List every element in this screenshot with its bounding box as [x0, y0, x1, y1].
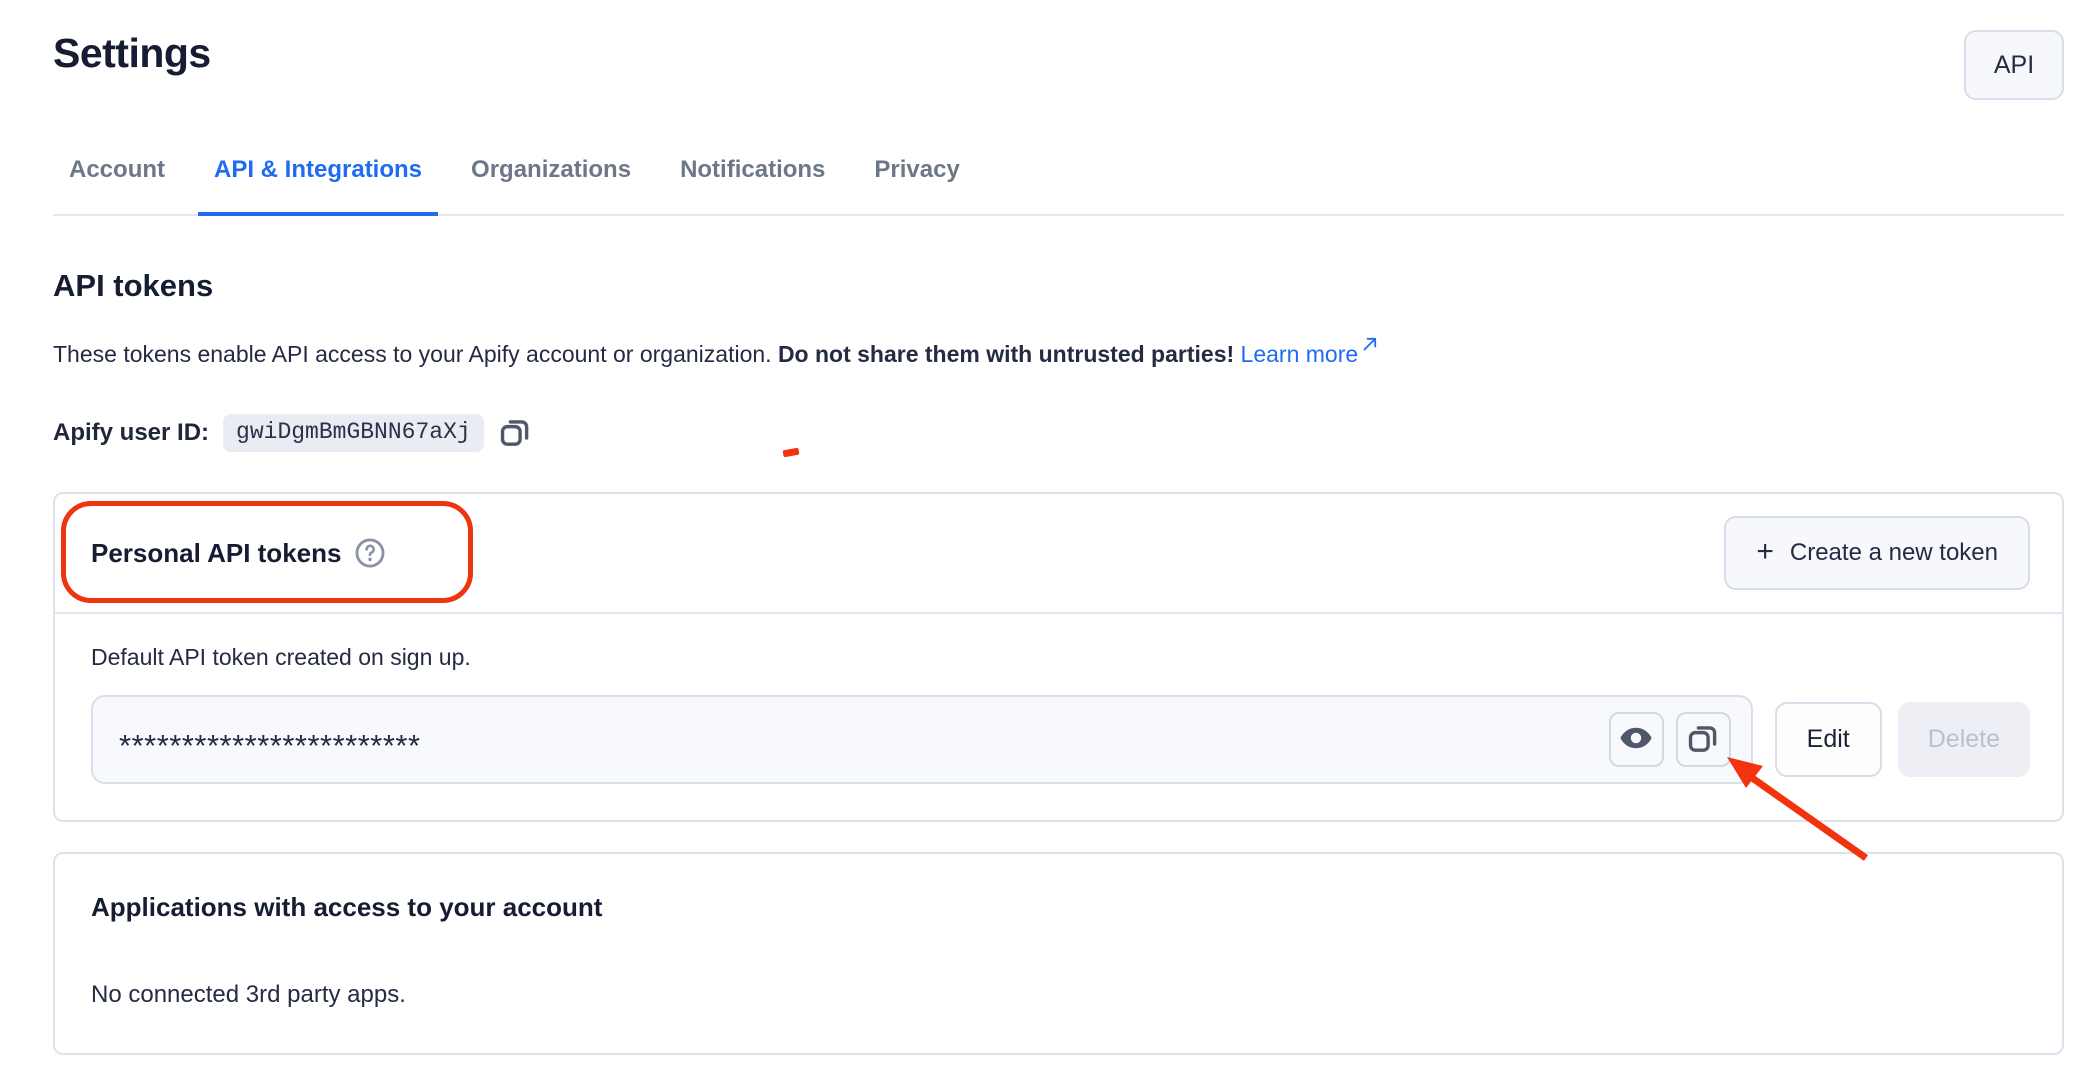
copy-token-button[interactable]	[1676, 712, 1731, 767]
help-icon[interactable]	[353, 536, 387, 570]
learn-more-label: Learn more	[1241, 341, 1359, 367]
user-id-value: gwiDgmBmGBNN67aXj	[223, 414, 484, 452]
applications-title: Applications with access to your account	[91, 892, 2026, 923]
tab-organizations[interactable]: Organizations	[455, 146, 647, 216]
copy-user-id-button[interactable]	[498, 415, 532, 452]
settings-tabs: Account API & Integrations Organizations…	[53, 146, 2064, 216]
tab-privacy[interactable]: Privacy	[858, 146, 975, 216]
personal-api-tokens-body: Default API token created on sign up.	[55, 614, 2062, 820]
description-text: These tokens enable API access to your A…	[53, 341, 778, 367]
user-id-label: Apify user ID:	[53, 419, 209, 447]
page-header: Settings API	[53, 26, 2064, 100]
applications-card: Applications with access to your account…	[53, 852, 2064, 1055]
token-masked-input[interactable]	[119, 716, 1609, 764]
settings-page: Settings API Account API & Integrations …	[0, 0, 2094, 1090]
tab-api-integrations[interactable]: API & Integrations	[198, 146, 438, 216]
token-description: Default API token created on sign up.	[91, 644, 2030, 671]
copy-icon	[1686, 721, 1720, 758]
create-new-token-label: Create a new token	[1790, 539, 1998, 567]
api-button[interactable]: API	[1964, 30, 2064, 100]
copy-icon	[498, 415, 532, 452]
user-id-row: Apify user ID: gwiDgmBmGBNN67aXj	[53, 414, 2064, 452]
personal-api-tokens-card: Personal API tokens + Create a new token	[53, 492, 2064, 822]
personal-api-tokens-header: Personal API tokens + Create a new token	[55, 494, 2062, 614]
api-tokens-description: These tokens enable API access to your A…	[53, 330, 2064, 370]
plus-icon: +	[1756, 537, 1774, 567]
eye-icon	[1618, 720, 1654, 759]
personal-api-tokens-title-row: Personal API tokens	[91, 536, 387, 570]
external-link-icon	[1361, 330, 1379, 361]
tab-notifications[interactable]: Notifications	[664, 146, 841, 216]
token-field	[91, 695, 1753, 784]
api-tokens-heading: API tokens	[53, 268, 2064, 304]
create-new-token-button[interactable]: + Create a new token	[1724, 516, 2030, 590]
show-token-button[interactable]	[1609, 712, 1664, 767]
personal-api-tokens-title: Personal API tokens	[91, 538, 341, 569]
edit-token-button[interactable]: Edit	[1775, 702, 1882, 777]
delete-token-button[interactable]: Delete	[1898, 702, 2030, 777]
applications-empty-text: No connected 3rd party apps.	[91, 981, 2026, 1009]
learn-more-link[interactable]: Learn more	[1241, 341, 1380, 367]
page-title: Settings	[53, 30, 211, 77]
description-warning: Do not share them with untrusted parties…	[778, 341, 1234, 367]
tab-account[interactable]: Account	[53, 146, 181, 216]
token-row: Edit Delete	[91, 695, 2030, 784]
